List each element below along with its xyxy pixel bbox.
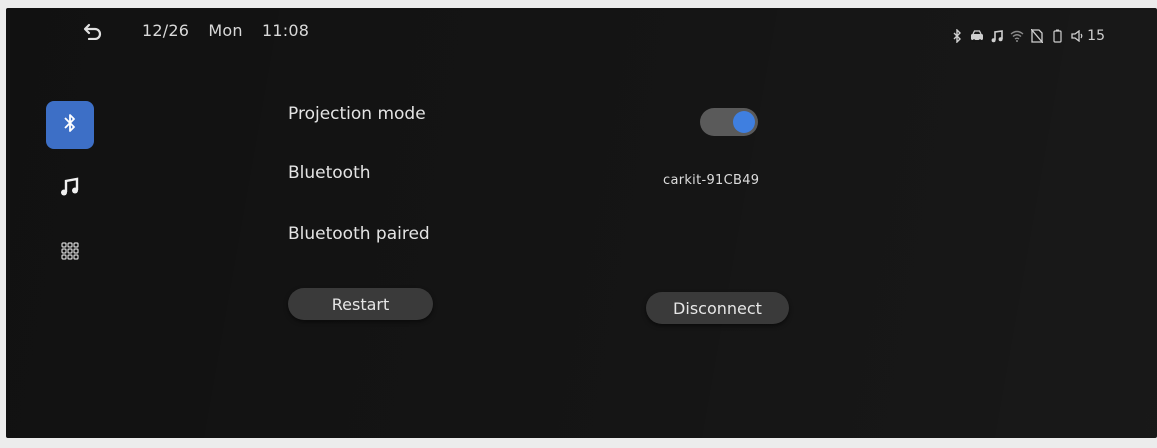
restart-button[interactable]: Restart — [288, 288, 433, 320]
bluetooth-paired-label: Bluetooth paired — [288, 224, 430, 244]
bluetooth-status-icon — [950, 29, 964, 43]
sim-off-icon — [1030, 29, 1044, 43]
volume-indicator: 15 — [1070, 28, 1105, 44]
sidebar — [46, 101, 94, 293]
bluetooth-device-name: carkit-91CB49 — [663, 173, 760, 188]
volume-icon — [1070, 29, 1084, 43]
bluetooth-label: Bluetooth — [288, 163, 371, 183]
car-icon — [970, 29, 984, 43]
sidebar-item-apps[interactable] — [46, 229, 94, 277]
battery-icon — [1050, 29, 1064, 43]
date-time: 12/26 Mon 11:08 — [142, 21, 323, 40]
music-note-icon — [60, 177, 80, 201]
volume-level: 15 — [1087, 28, 1105, 44]
back-icon[interactable] — [82, 20, 104, 42]
sidebar-item-bluetooth[interactable] — [46, 101, 94, 149]
bluetooth-icon — [62, 112, 78, 138]
disconnect-button[interactable]: Disconnect — [646, 292, 789, 324]
status-bar: 12/26 Mon 11:08 15 — [6, 8, 1157, 58]
projection-mode-label: Projection mode — [288, 104, 426, 124]
system-icons: 15 — [950, 28, 1105, 44]
weekday: Mon — [208, 21, 243, 40]
clock: 11:08 — [262, 21, 310, 40]
date: 12/26 — [142, 21, 190, 40]
grid-icon — [61, 242, 79, 264]
toggle-knob — [733, 111, 755, 133]
projection-mode-toggle[interactable] — [700, 108, 758, 136]
music-status-icon — [990, 29, 1004, 43]
wifi-icon — [1010, 29, 1024, 43]
sidebar-item-music[interactable] — [46, 165, 94, 213]
screen: 12/26 Mon 11:08 15 Projection mode Bluet… — [6, 8, 1157, 438]
